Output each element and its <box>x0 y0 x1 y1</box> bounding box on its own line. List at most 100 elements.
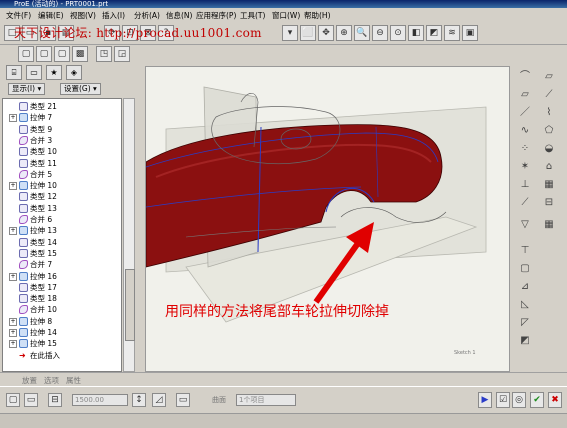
datum-axes-icon[interactable]: ◲ <box>114 46 130 62</box>
shading-icon[interactable]: ▩ <box>72 46 88 62</box>
extrude-tool-icon[interactable]: ⬠ <box>542 124 556 138</box>
chamfer-tool-icon[interactable]: ◸ <box>518 316 532 330</box>
rectangle-tool-icon[interactable]: ▱ <box>518 88 532 102</box>
expand-icon[interactable]: + <box>9 329 17 337</box>
sketch-insert-icon[interactable]: ▽ <box>518 218 532 232</box>
remove-material-icon[interactable]: ◿ <box>152 393 166 407</box>
reorient-icon[interactable]: ◧ <box>408 25 424 41</box>
viewport-corner-label: Sketch 1 <box>454 350 476 356</box>
menu-info[interactable]: 信息(N) <box>166 10 192 21</box>
surface-option-icon[interactable]: ▭ <box>24 393 38 407</box>
menu-applications[interactable]: 应用程序(P) <box>196 10 236 21</box>
tree-item-label: 合并 10 <box>30 305 57 315</box>
tree-item-label: 合并 7 <box>30 260 53 270</box>
feature-feature-icon <box>19 237 28 247</box>
saved-views-icon[interactable]: ◩ <box>426 25 442 41</box>
tree-scrollbar[interactable] <box>123 98 135 372</box>
extrude-feature-icon <box>19 181 28 191</box>
datum-planes-icon[interactable]: ◳ <box>96 46 112 62</box>
favorites-tab[interactable]: ★ <box>46 65 62 80</box>
rib-tool-icon[interactable]: ⊿ <box>518 280 532 294</box>
expand-icon[interactable]: + <box>9 272 17 281</box>
spline-tool-icon[interactable]: ∿ <box>518 124 532 138</box>
point-tool-icon[interactable]: ⁘ <box>518 142 532 156</box>
car-model-view <box>146 86 487 323</box>
show-menu-button[interactable]: 显示(I) ▾ <box>8 83 46 95</box>
tab-properties[interactable]: 属性 <box>66 375 81 386</box>
expand-icon[interactable]: + <box>9 317 17 326</box>
menu-view[interactable]: 视图(V) <box>70 10 96 21</box>
no-hidden-icon[interactable]: ▢ <box>54 46 70 62</box>
settings-menu-button[interactable]: 设置(G) ▾ <box>60 83 101 95</box>
curve-tool-icon[interactable]: ⌇ <box>542 106 556 120</box>
expand-icon[interactable]: + <box>9 182 17 191</box>
tree-scrollbar-thumb[interactable] <box>125 269 135 341</box>
zoom-window-icon[interactable]: 🔍 <box>354 25 370 41</box>
model-tree-tab[interactable]: ⌸ <box>6 65 22 80</box>
tree-item-label: 在此插入 <box>30 350 60 360</box>
round-tool-icon[interactable]: ◺ <box>518 298 532 312</box>
apply-check-icon[interactable]: ✔ <box>530 392 544 408</box>
pause-icon[interactable]: ▶ <box>478 392 492 408</box>
draft-tool-icon[interactable]: ⊤ <box>518 244 532 258</box>
preview-check-icon[interactable]: ☑ <box>496 392 510 408</box>
menu-tools[interactable]: 工具(T) <box>240 10 265 21</box>
tree-item-label: 类型 15 <box>30 248 57 258</box>
menu-edit[interactable]: 编辑(E) <box>38 10 64 21</box>
analysis-feature-icon[interactable]: ⟋ <box>518 196 532 210</box>
tree-item-label: 拉伸 7 <box>30 113 53 123</box>
expand-icon[interactable]: + <box>9 340 17 349</box>
datum-plane-tool-icon[interactable]: ▱ <box>542 70 556 84</box>
view-manager-icon[interactable]: ▣ <box>462 25 478 41</box>
merge-feature-icon <box>19 135 28 145</box>
spin-center-icon[interactable]: ✥ <box>318 25 334 41</box>
blend-tool-icon[interactable]: ▦ <box>542 178 556 192</box>
hidden-line-icon[interactable]: ▢ <box>36 46 52 62</box>
view-toolbar: ▢ ▢ ▢ ▩ ◳ ◲ <box>0 44 145 64</box>
insert-here-icon: ➜ <box>19 350 26 360</box>
merge-tool-icon[interactable]: ◩ <box>518 334 532 348</box>
tree-item-label: 合并 6 <box>30 215 53 224</box>
zoom-out-icon[interactable]: ⊖ <box>372 25 388 41</box>
graphics-viewport[interactable]: Sketch 1 <box>145 66 510 372</box>
revolve-tool-icon[interactable]: ◒ <box>542 142 556 156</box>
refit-icon[interactable]: ⊙ <box>390 25 406 41</box>
sketch-tool-icon[interactable]: ⌒ <box>518 70 532 84</box>
verify-icon[interactable]: ◎ <box>512 392 526 408</box>
coordinate-system-icon[interactable]: ✶ <box>518 160 532 174</box>
tab-options[interactable]: 选项 <box>44 375 59 386</box>
tree-item-label: 类型 14 <box>30 237 57 247</box>
merge-feature-icon <box>19 260 28 270</box>
line-tool-icon[interactable]: ／ <box>518 106 532 120</box>
item-selection-field[interactable]: 1个项目 <box>236 394 296 406</box>
depth-option-icon[interactable]: ⊟ <box>48 393 62 407</box>
menu-file[interactable]: 文件(F) <box>6 10 31 21</box>
cancel-x-icon[interactable]: ✖ <box>548 392 562 408</box>
hole-tool-icon[interactable]: ⊟ <box>542 196 556 210</box>
wireframe-icon[interactable]: ▢ <box>18 46 34 62</box>
flip-direction-icon[interactable]: ↕ <box>132 393 146 407</box>
expand-icon[interactable]: + <box>9 227 17 236</box>
thicken-icon[interactable]: ▭ <box>176 393 190 407</box>
shell-tool-icon[interactable]: ▢ <box>518 262 532 276</box>
solid-option-icon[interactable]: ▢ <box>6 393 20 407</box>
menu-insert[interactable]: 插入(I) <box>102 10 125 21</box>
zoom-in-icon[interactable]: ⊕ <box>336 25 352 41</box>
history-tab[interactable]: ◈ <box>66 65 82 80</box>
folder-browser-tab[interactable]: ▭ <box>26 65 42 80</box>
datum-display-icon[interactable]: ⬜ <box>300 25 316 41</box>
menu-window[interactable]: 窗口(W) <box>272 10 300 21</box>
dashboard-tabs: 放置 选项 属性 <box>0 372 567 387</box>
tree-item-label: 拉伸 14 <box>30 328 57 337</box>
datum-axis-tool-icon[interactable]: ⟋ <box>542 88 556 102</box>
menu-analysis[interactable]: 分析(A) <box>134 10 160 21</box>
layers-icon[interactable]: ≋ <box>444 25 460 41</box>
sweep-tool-icon[interactable]: ⌂ <box>542 160 556 174</box>
menu-help[interactable]: 帮助(H) <box>304 10 331 21</box>
datum-point-icon[interactable]: ⊥ <box>518 178 532 192</box>
depth-input[interactable]: 1500.00 <box>72 394 128 406</box>
tab-placement[interactable]: 放置 <box>22 375 37 386</box>
pattern-tool-icon[interactable]: ▦ <box>542 218 556 232</box>
expand-icon[interactable]: + <box>9 114 17 123</box>
dropdown-icon[interactable]: ▾ <box>282 25 298 41</box>
